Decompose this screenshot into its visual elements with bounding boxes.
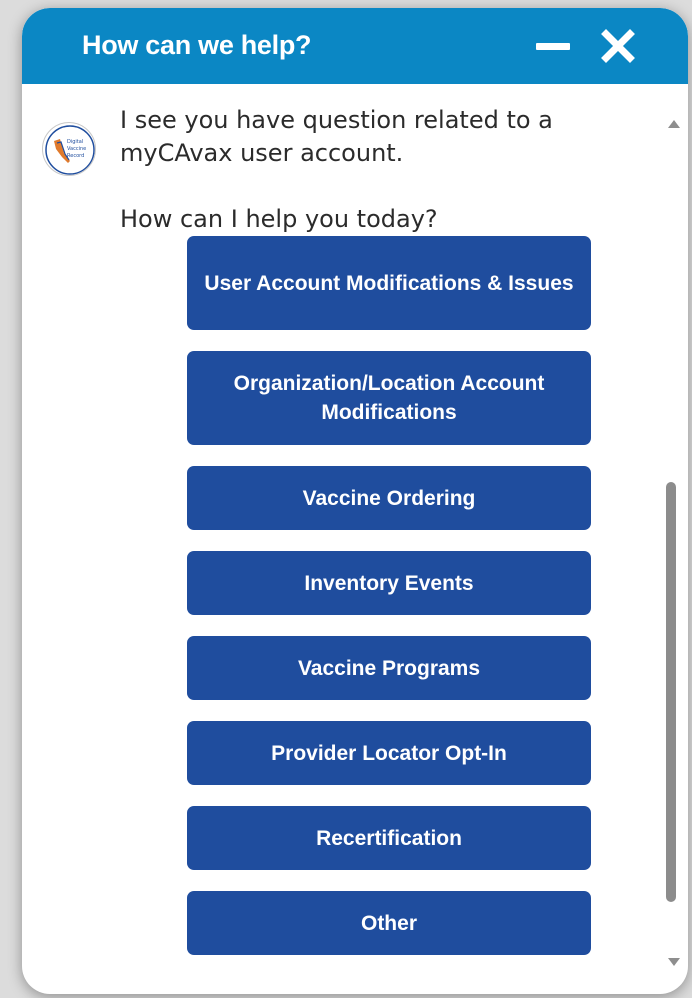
chat-window: How can we help? Digital Vaccine Record … (22, 8, 688, 994)
digital-vaccine-record-logo: Digital Vaccine Record (45, 125, 95, 175)
option-user-account-modifications-button[interactable]: User Account Modifications & Issues (187, 236, 591, 330)
option-provider-locator-button[interactable]: Provider Locator Opt-In (187, 721, 591, 785)
scroll-down-icon[interactable] (668, 958, 680, 966)
option-other-button[interactable]: Other (187, 891, 591, 955)
message-line: myCAvax user account. (120, 139, 404, 167)
scroll-up-icon[interactable] (668, 120, 680, 128)
option-vaccine-programs-button[interactable]: Vaccine Programs (187, 636, 591, 700)
close-button[interactable] (598, 26, 638, 66)
option-recertification-button[interactable]: Recertification (187, 806, 591, 870)
minus-icon (536, 43, 570, 50)
chat-header: How can we help? (22, 8, 688, 84)
close-icon (601, 29, 635, 63)
bot-message: I see you have question related to a myC… (120, 104, 600, 236)
chat-title: How can we help? (82, 30, 312, 60)
option-vaccine-ordering-button[interactable]: Vaccine Ordering (187, 466, 591, 530)
message-line: How can I help you today? (120, 205, 438, 233)
option-inventory-events-button[interactable]: Inventory Events (187, 551, 591, 615)
bot-avatar: Digital Vaccine Record (42, 122, 96, 176)
minimize-button[interactable] (532, 28, 576, 64)
message-line: I see you have question related to a (120, 106, 553, 134)
svg-text:Vaccine: Vaccine (67, 146, 86, 152)
svg-text:Digital: Digital (67, 139, 83, 145)
chat-body: Digital Vaccine Record I see you have qu… (22, 84, 688, 994)
quick-reply-options: User Account Modifications & Issues Orga… (187, 236, 591, 976)
scrollbar-thumb[interactable] (666, 482, 676, 902)
svg-text:Record: Record (67, 153, 84, 159)
option-organization-location-button[interactable]: Organization/Location Account Modificati… (187, 351, 591, 445)
